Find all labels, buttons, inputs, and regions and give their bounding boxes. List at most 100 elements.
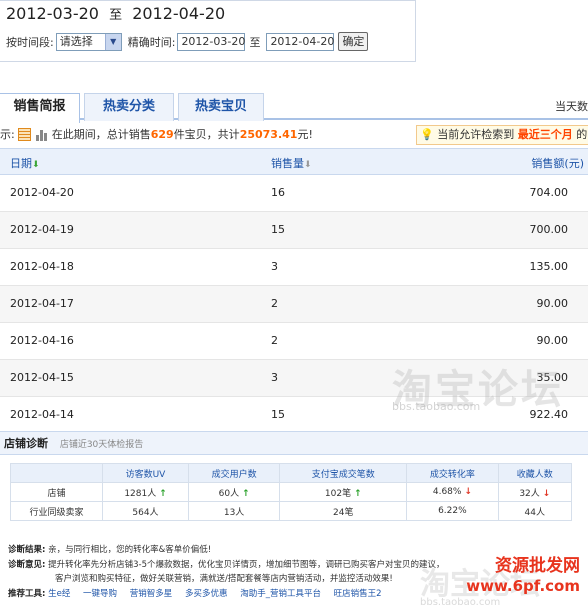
date-range-title: 2012-03-20 至 2012-04-20 (6, 4, 225, 23)
exact-time-label: 精确时间: (127, 35, 176, 49)
col-date-header[interactable]: 日期⬇ (10, 155, 40, 171)
cell-date: 2012-04-15 (10, 371, 74, 384)
summary-text: 件宝贝，共计 (173, 128, 240, 141)
header-cell: 成交用户数 (187, 463, 281, 483)
metric-value: 4.68% (432, 487, 462, 497)
tool-link[interactable]: 旺店销售王2 (334, 589, 382, 599)
shop-diagnosis-panel: 店铺诊断 店铺近30天体检报告 访客数UV 成交用户数 支付宝成交笔数 成交转化… (0, 431, 588, 611)
recommended-tools: 推荐工具: 生e经 一键导购 营销智多星 多买多优惠 淘助手_营销工具平台 旺店… (8, 587, 392, 599)
table-row: 2012-04-17 2 90.00 (0, 286, 588, 323)
filter-row: 按时间段: 请选择 ▼ 精确时间: 2012-03-20 至 2012-04-2… (6, 32, 369, 51)
cell-qty: 2 (271, 297, 278, 310)
notice-highlight: 最近三个月 (517, 128, 573, 141)
diagnosis-header-row: 访客数UV 成交用户数 支付宝成交笔数 成交转化率 收藏人数 (10, 463, 573, 483)
cell-qty: 16 (271, 186, 285, 199)
metric-value: 6.22% (406, 501, 499, 521)
period-label: 按时间段: (6, 35, 54, 49)
advice-text: 提升转化率先分析店铺3-5个爆款数据，优化宝贝详情页，增加细节图等，调研已购买客… (48, 560, 445, 570)
col-qty-header[interactable]: 销售量⬇ (271, 155, 312, 171)
cell-amount: 90.00 (536, 297, 569, 310)
tab-hot-items[interactable]: 热卖宝贝 (178, 93, 264, 121)
metric-value: 24笔 (279, 501, 408, 521)
header-cell: 支付宝成交笔数 (279, 463, 408, 483)
summary-prefix: 示: (0, 128, 15, 141)
exact-end-input[interactable]: 2012-04-20 (266, 32, 335, 51)
range-start-text: 2012-03-20 (6, 4, 99, 23)
metric-value: 1281人 (124, 488, 157, 499)
metric-cell: 60人 ↑ (187, 482, 281, 502)
table-row: 2012-04-20 16 704.00 (0, 175, 588, 212)
tool-link[interactable]: 一键导购 (83, 589, 117, 599)
sales-summary: 示: 在此期间，总计销售 629 件宝贝，共计 25073.41 元! 💡 当前… (0, 124, 588, 145)
metric-cell: 4.68% ↓ (406, 482, 499, 502)
row-label: 行业同级卖家 (10, 501, 103, 521)
cell-qty: 2 (271, 334, 278, 347)
cell-amount: 704.00 (529, 186, 569, 199)
search-range-notice: 💡 当前允许检索到 最近三个月 的 (416, 125, 588, 145)
diagnosis-row-industry: 行业同级卖家 564人 13人 24笔 6.22% 44人 (10, 501, 573, 521)
row-label: 店铺 (10, 482, 103, 502)
exact-start-input[interactable]: 2012-03-20 (177, 32, 246, 51)
sort-down-icon[interactable]: ⬇ (304, 160, 312, 170)
cell-amount: 700.00 (529, 223, 569, 236)
exact-separator: 至 (249, 35, 261, 49)
lightbulb-icon: 💡 (420, 128, 434, 141)
notice-tail: 的 (576, 128, 588, 141)
table-view-icon[interactable] (17, 127, 31, 141)
diagnosis-row-shop: 店铺 1281人 ↑ 60人 ↑ 102笔 ↑ 4.68% ↓ 32人 ↓ (10, 482, 573, 502)
header-cell: 访客数UV (102, 463, 189, 483)
sort-down-icon[interactable]: ⬇ (32, 160, 40, 170)
summary-count: 629 (150, 127, 174, 141)
header-cell: 成交转化率 (406, 463, 499, 483)
col-qty-label: 销售量 (271, 157, 304, 170)
cell-date: 2012-04-17 (10, 297, 74, 310)
tab-hot-categories[interactable]: 热卖分类 (84, 93, 174, 121)
advice-text: 客户浏览和购买特征，做好关联营销，满就送/搭配套餐等店内营销活动，并监控活动效果… (55, 574, 393, 584)
table-row: 2012-04-19 15 700.00 (0, 212, 588, 249)
diagnosis-title: 店铺诊断 (4, 437, 48, 450)
forum-watermark-url: bbs.taobao.com (420, 597, 501, 608)
diagnosis-subtitle: 店铺近30天体检报告 (59, 440, 144, 450)
metric-value: 32人 (519, 488, 540, 499)
arrow-up-icon: ↑ (353, 488, 362, 499)
forum-watermark-url: bbs.taobao.com (392, 400, 481, 413)
metric-value: 102笔 (324, 488, 352, 499)
metric-cell: 102笔 ↑ (279, 482, 408, 502)
period-select-value: 请选择 (59, 34, 93, 48)
arrow-down-icon: ↓ (464, 487, 472, 497)
tool-link[interactable]: 生e经 (48, 589, 70, 599)
result-label: 诊断结果: (8, 545, 46, 555)
diagnosis-advice: 诊断意见: 提升转化率先分析店铺3-5个爆款数据，优化宝贝详情页，增加细节图等，… (8, 558, 445, 586)
diagnosis-header: 店铺诊断 店铺近30天体检报告 (0, 431, 588, 455)
tab-bar: 销售简报 热卖分类 热卖宝贝 (0, 92, 588, 123)
range-separator: 至 (109, 8, 123, 23)
table-header: 日期⬇ 销售量⬇ 销售额(元) (0, 148, 588, 175)
tool-link[interactable]: 营销智多星 (130, 589, 173, 599)
chevron-down-icon[interactable]: ▼ (104, 33, 121, 50)
tab-sales-brief[interactable]: 销售简报 (0, 93, 80, 123)
advice-label: 诊断意见: (8, 560, 46, 570)
today-data-label: 当天数 (555, 100, 588, 113)
notice-text: 当前允许检索到 (437, 128, 515, 141)
cell-qty: 3 (271, 260, 278, 273)
header-cell (10, 463, 103, 483)
arrow-up-icon: ↑ (159, 488, 167, 499)
diagnosis-table: 访客数UV 成交用户数 支付宝成交笔数 成交转化率 收藏人数 店铺 1281人 … (10, 463, 573, 521)
period-select[interactable]: 请选择 ▼ (55, 32, 122, 51)
confirm-button[interactable]: 确定 (338, 32, 369, 51)
cell-amount: 90.00 (536, 334, 569, 347)
metric-value: 44人 (497, 501, 573, 521)
cell-date: 2012-04-20 (10, 186, 74, 199)
col-amount-header[interactable]: 销售额(元) (531, 155, 584, 171)
result-text: 亲，与同行相比，您的转化率&客单价偏低! (48, 545, 212, 555)
cell-qty: 15 (271, 223, 285, 236)
arrow-up-icon: ↑ (241, 488, 250, 499)
cell-qty: 3 (271, 371, 278, 384)
metric-value: 564人 (102, 501, 189, 521)
cell-date: 2012-04-14 (10, 408, 74, 421)
tool-link[interactable]: 多买多优惠 (185, 589, 228, 599)
tool-link[interactable]: 淘助手_营销工具平台 (240, 589, 321, 599)
chart-view-icon[interactable] (35, 128, 48, 141)
tools-label: 推荐工具: (8, 589, 46, 599)
table-row: 2012-04-18 3 135.00 (0, 249, 588, 286)
